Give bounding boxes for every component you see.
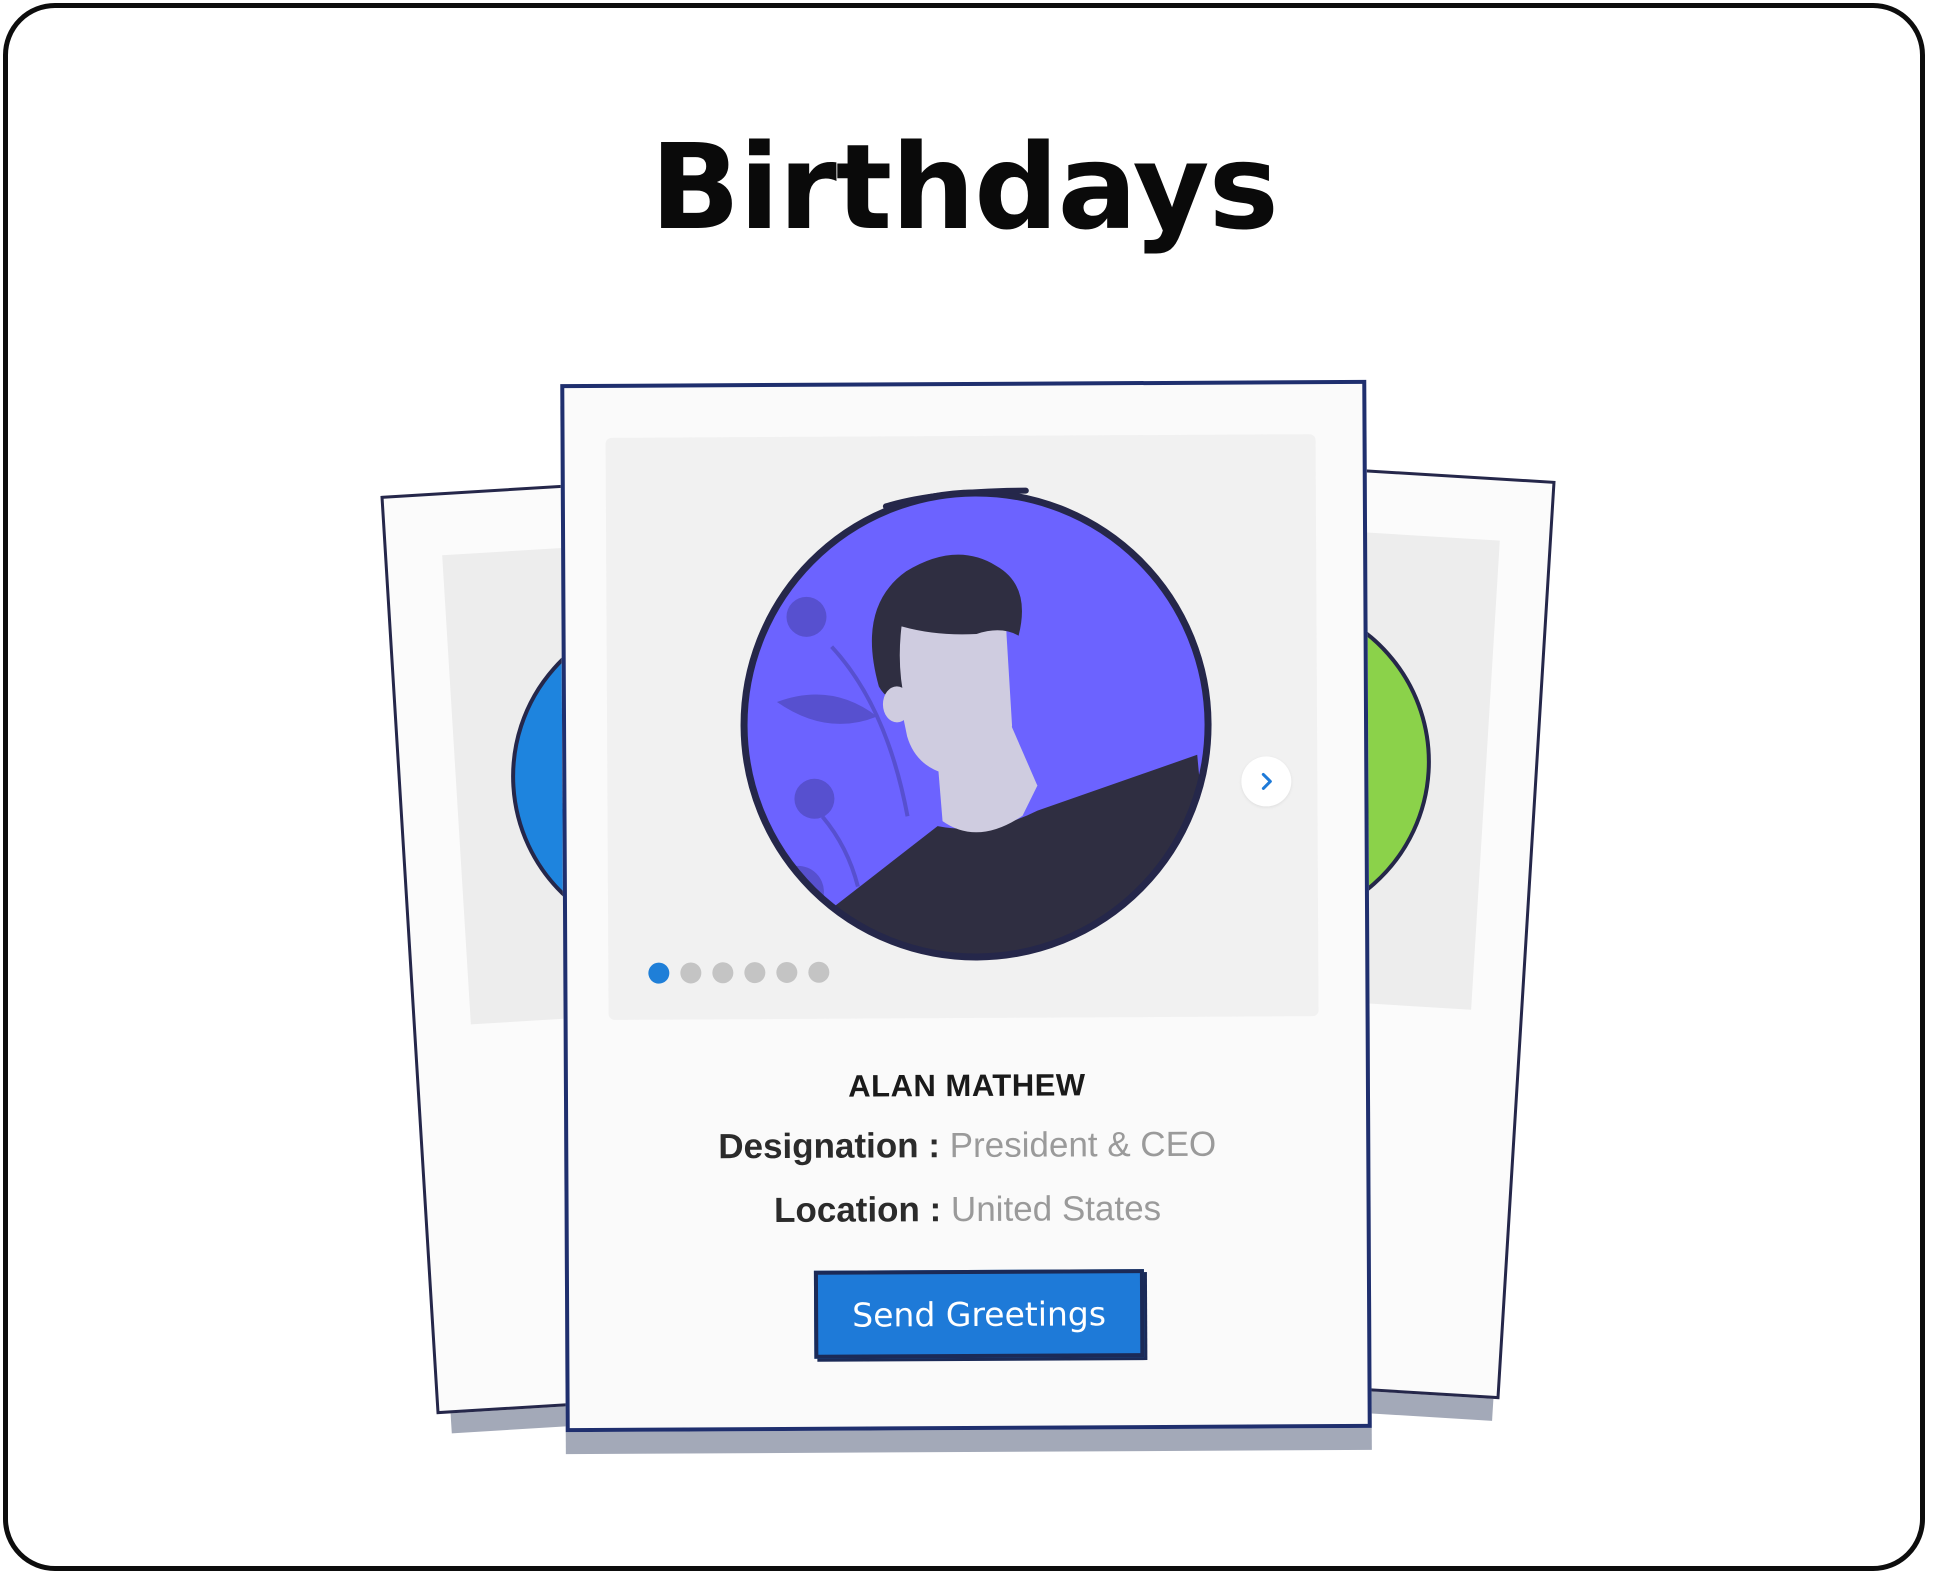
carousel-dot-4[interactable] [744, 962, 766, 984]
designation-label: Designation : [718, 1126, 941, 1167]
person-avatar-icon [740, 487, 1212, 961]
carousel-dot-6[interactable] [808, 961, 830, 983]
carousel-dot-1[interactable] [648, 962, 670, 984]
send-greetings-button[interactable]: Send Greetings [813, 1269, 1145, 1359]
location-row: Location : United States [569, 1188, 1367, 1231]
designation-value: President & CEO [949, 1124, 1217, 1166]
person-name: ALAN MATHEW [848, 1067, 1086, 1104]
carousel-dot-5[interactable] [776, 961, 798, 983]
designation-row: Designation : President & CEO [568, 1124, 1366, 1167]
chevron-right-icon [1261, 772, 1272, 790]
photo-carousel [605, 434, 1319, 1020]
location-value: United States [950, 1188, 1162, 1230]
carousel-pagination [648, 961, 830, 984]
birthdays-widget: Birthdays ALAN MATHEW Designation: Pres… [3, 3, 1925, 1571]
page-title: Birthdays [650, 118, 1279, 256]
carousel-next-button[interactable] [1241, 756, 1292, 807]
carousel-dot-3[interactable] [712, 962, 734, 984]
location-label: Location : [773, 1190, 942, 1231]
carousel-dot-2[interactable] [680, 962, 702, 984]
birthday-card: ALAN MATHEW Designation : President & CE… [560, 379, 1372, 1433]
